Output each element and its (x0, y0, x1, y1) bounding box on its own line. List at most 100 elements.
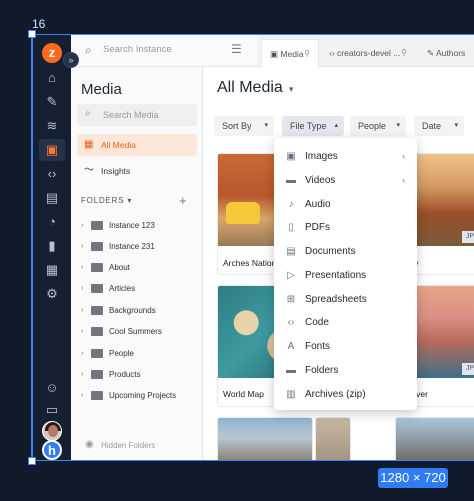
trend-icon: 〜 (84, 165, 94, 176)
file-type-menu: ▣ Images › ▬ Videos › ♪ Audio ▯ PDFs ▤ Document… (274, 138, 417, 410)
page-title[interactable]: All Media ▾ (217, 79, 293, 97)
media-card[interactable] (395, 417, 474, 461)
hidden-folders-link[interactable]: ◉ Hidden Folders (85, 439, 155, 450)
chevron-right-icon[interactable]: › (81, 239, 83, 255)
tab-bar: ▣ Media ⚲ ‹› creators-devel ... ⚲ ✎ Auth… (257, 35, 474, 67)
menu-item-presentations[interactable]: ▷ Presentations (274, 264, 417, 287)
expand-sidebar-button[interactable]: » (63, 52, 79, 68)
chevron-right-icon[interactable]: › (81, 367, 83, 383)
chevron-right-icon[interactable]: › (81, 346, 83, 362)
thumbnail-rocks (316, 418, 350, 461)
chevron-right-icon[interactable]: › (81, 324, 83, 340)
folder-icon (91, 370, 103, 379)
tab-media[interactable]: ▣ Media ⚲ (261, 39, 319, 67)
chevron-down-icon: ▾ (396, 122, 400, 129)
thumbnail-mountain (218, 418, 312, 461)
people-filter[interactable]: People ▾ (350, 116, 406, 136)
sort-by-filter[interactable]: Sort By ▾ (214, 116, 274, 136)
folder-item[interactable]: › Articles (79, 281, 199, 297)
home-icon[interactable]: ⌂ (39, 67, 65, 89)
folder-item[interactable]: › About (79, 260, 199, 276)
filter-sliders-icon[interactable]: ☰ (231, 42, 242, 56)
media-card[interactable] (217, 417, 313, 461)
chevron-down-icon: ▾ (454, 122, 458, 129)
document-icon: ▤ (286, 246, 296, 257)
folder-item[interactable]: › People (79, 346, 199, 362)
folder-item[interactable]: › Cool Summers (79, 324, 199, 340)
resize-handle-bottom-left[interactable] (28, 457, 36, 465)
chevron-up-icon: ▴ (334, 122, 338, 129)
tab-creators-devel[interactable]: ‹› creators-devel ... ⚲ (321, 39, 415, 67)
thumbnail-cliff (396, 418, 474, 461)
resize-handle-top-left[interactable] (28, 30, 36, 38)
avatar[interactable] (42, 421, 62, 441)
chevron-right-icon[interactable]: › (81, 218, 83, 234)
menu-item-fonts[interactable]: A Fonts (274, 335, 417, 358)
pin-icon[interactable]: ⚲ (304, 40, 310, 68)
folder-item[interactable]: › Instance 231 (79, 239, 199, 255)
pen-icon[interactable]: ✎ (39, 91, 65, 113)
menu-item-videos[interactable]: ▬ Videos › (274, 169, 417, 192)
instance-search[interactable]: ⌕ Search Instance ☰ (71, 35, 257, 67)
media-card[interactable] (315, 417, 351, 461)
folder-icon (91, 349, 103, 358)
menu-item-images[interactable]: ▣ Images › (274, 145, 417, 168)
media-search[interactable]: ⌕ Search Media (77, 104, 197, 126)
menu-item-archives[interactable]: ▥ Archives (zip) (274, 383, 417, 406)
gear-icon[interactable]: ⚙ (39, 283, 65, 305)
sidebar-item-all-media[interactable]: ▦ All Media (77, 134, 197, 156)
folder-item[interactable]: › Upcoming Projects (79, 388, 199, 404)
instance-search-input[interactable]: Search Instance (103, 44, 172, 55)
folder-icon (91, 327, 103, 336)
card-title: World Map (223, 389, 264, 399)
folder-icon: ▬ (286, 365, 296, 376)
file-type-badge: JP (462, 363, 474, 375)
folder-item[interactable]: › Instance 123 (79, 218, 199, 234)
pin-icon[interactable]: ⚲ (401, 39, 407, 67)
folder-item[interactable]: › Backgrounds (79, 303, 199, 319)
chevron-down-icon[interactable]: ▾ (289, 84, 294, 94)
grid-icon: ▦ (84, 139, 94, 150)
folders-header[interactable]: FOLDERS ▾ (81, 196, 132, 205)
chart-pie-icon[interactable]: ◔ (39, 211, 65, 233)
search-icon: ⌕ (85, 43, 92, 57)
menu-item-documents[interactable]: ▤ Documents (274, 240, 417, 263)
code-icon[interactable]: ‹› (39, 163, 65, 185)
selection-border-left (31, 34, 32, 461)
menu-item-folders[interactable]: ▬ Folders (274, 359, 417, 382)
music-note-icon: ♪ (288, 199, 294, 210)
users-icon[interactable]: ☺ (39, 377, 65, 399)
help-badge[interactable]: h (42, 440, 62, 460)
card-title: Arches Nation (223, 258, 277, 268)
presentation-icon: ▷ (287, 270, 295, 281)
size-badge: 1280 × 720 (378, 468, 448, 488)
sidebar-item-insights[interactable]: 〜 Insights (77, 160, 197, 182)
cards-icon[interactable]: ▭ (39, 399, 65, 421)
database-icon[interactable]: ≋ (39, 115, 65, 137)
tab-authors[interactable]: ✎ Authors (419, 39, 474, 67)
add-folder-button[interactable]: + (179, 193, 187, 208)
app-logo[interactable]: z (42, 43, 62, 63)
bar-chart-icon[interactable]: ▮ (39, 235, 65, 257)
menu-item-pdfs[interactable]: ▯ PDFs (274, 216, 417, 239)
selection-border-bottom (31, 460, 474, 461)
selection-label: 16 (32, 17, 46, 31)
menu-item-spreadsheets[interactable]: ⊞ Spreadsheets (274, 288, 417, 311)
id-card-icon[interactable]: ▤ (39, 187, 65, 209)
image-icon: ▣ (270, 49, 281, 59)
image-icon: ▣ (286, 151, 296, 162)
media-search-input[interactable]: Search Media (103, 110, 159, 120)
folder-item[interactable]: › Products (79, 367, 199, 383)
menu-item-audio[interactable]: ♪ Audio (274, 193, 417, 216)
media-grid-icon[interactable]: ▦ (39, 259, 65, 281)
file-type-filter[interactable]: File Type ▴ (282, 116, 344, 136)
menu-item-code[interactable]: ‹› Code (274, 311, 417, 334)
date-filter[interactable]: Date ▾ (414, 116, 464, 136)
file-type-badge: JP (462, 231, 474, 243)
chevron-right-icon[interactable]: › (81, 388, 83, 404)
chevron-right-icon[interactable]: › (81, 260, 83, 276)
image-icon[interactable]: ▣ (39, 139, 65, 161)
chevron-right-icon[interactable]: › (81, 281, 83, 297)
folder-icon (91, 284, 103, 293)
chevron-right-icon[interactable]: › (81, 303, 83, 319)
